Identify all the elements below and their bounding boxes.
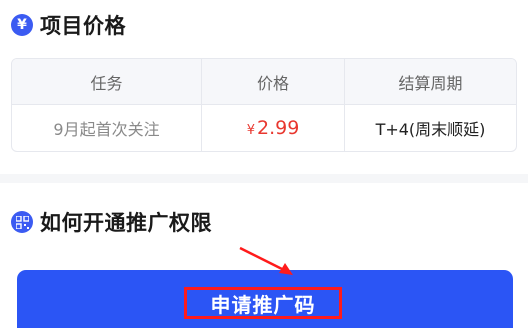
column-header-task: 任务 [12,59,202,104]
yen-icon: ¥ [11,14,33,36]
settlement-cell: T+4(周末顺延) [375,120,486,139]
price-value: ¥2.99 [247,117,300,139]
section-permission-header: 如何开通推广权限 [11,207,212,237]
price-amount: 2.99 [256,117,300,139]
task-cell: 9月起首次关注 [12,105,202,151]
price-cell: ¥2.99 [202,105,345,151]
price-table: 任务 价格 结算周期 9月起首次关注 ¥2.99 T+4(周末顺延) [11,58,517,152]
section-divider [0,174,528,183]
apply-button-label[interactable]: 申请推广码 [184,287,342,319]
section-title: 项目价格 [40,14,126,38]
section-price-header: ¥ 项目价格 [11,10,126,40]
table-header-row: 任务 价格 结算周期 [12,59,516,105]
table-row: 9月起首次关注 ¥2.99 T+4(周末顺延) [12,105,516,151]
qrcode-icon [11,211,33,233]
currency-symbol: ¥ [246,123,255,138]
column-header-price: 价格 [202,59,345,104]
column-header-settlement: 结算周期 [398,73,463,93]
section-title: 如何开通推广权限 [40,211,212,235]
